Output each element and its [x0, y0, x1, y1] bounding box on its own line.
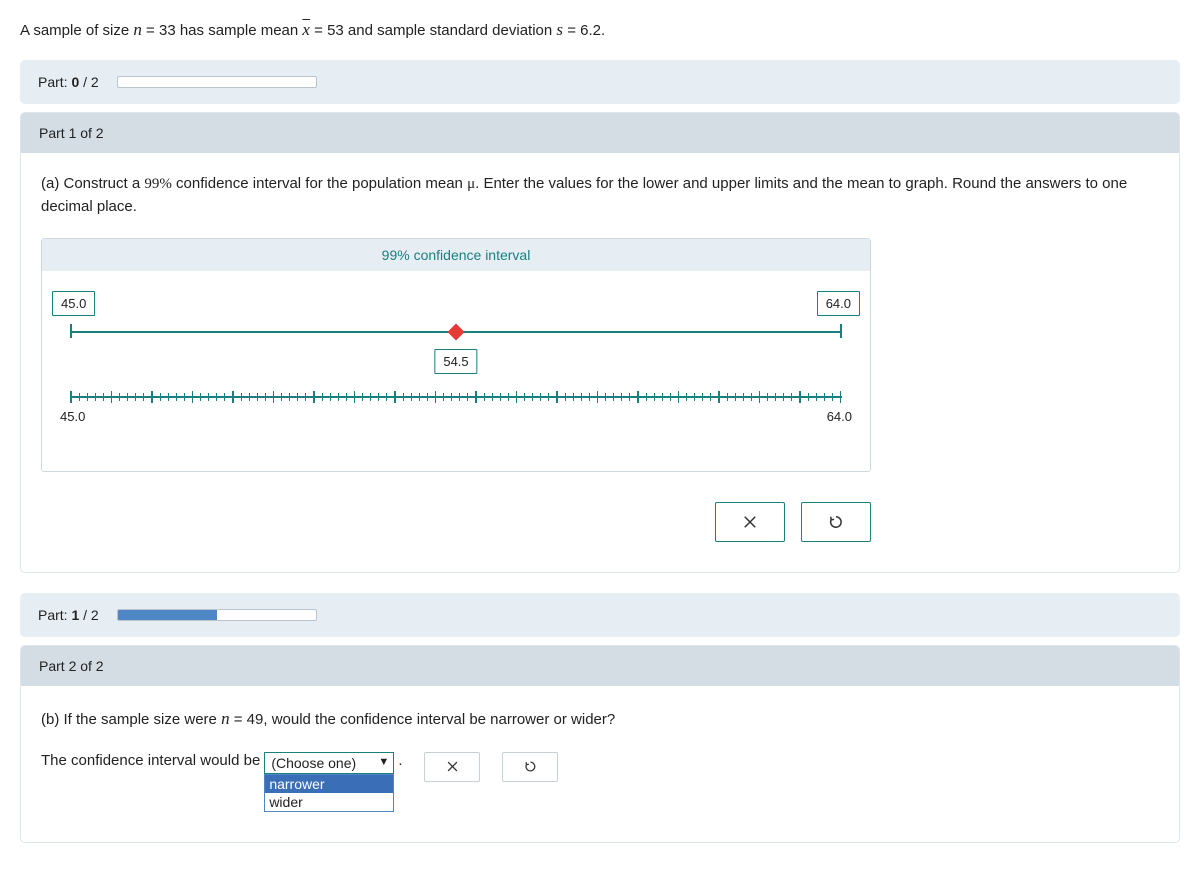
- part-1-container: Part 1 of 2 (a) Construct a 99% confiden…: [20, 112, 1180, 573]
- text: = 33: [142, 22, 176, 39]
- undo-icon: [827, 513, 845, 531]
- upper-limit-input[interactable]: 64.0: [817, 291, 860, 316]
- progress-fill: [118, 610, 217, 620]
- reset-button[interactable]: [801, 502, 871, 542]
- dropdown-options: narrower wider: [264, 774, 394, 812]
- progress-bar: [117, 609, 317, 621]
- text: = 6.2: [563, 22, 601, 39]
- clear-button[interactable]: [715, 502, 785, 542]
- tick-marks: [70, 391, 842, 403]
- close-icon: [445, 759, 460, 774]
- part-2-header: Part 2 of 2: [21, 646, 1179, 686]
- undo-icon: [523, 759, 538, 774]
- text: A sample of size: [20, 22, 133, 39]
- close-icon: [741, 513, 759, 531]
- part-1-question: (a) Construct a 99% confidence interval …: [41, 173, 1159, 218]
- reset-button-small[interactable]: [502, 752, 558, 782]
- math-xbar: x: [302, 20, 310, 39]
- problem-statement: A sample of size n = 33 has sample mean …: [20, 20, 1180, 40]
- dropdown-option-wider[interactable]: wider: [265, 793, 393, 811]
- part-2-answer-line: The confidence interval would be (Choose…: [41, 752, 1159, 812]
- mean-marker-icon[interactable]: [448, 324, 465, 341]
- ci-graph: 99% confidence interval 45.0 64.0 54.5 4…: [41, 238, 871, 472]
- progress-header-1: Part: 1 / 2: [20, 593, 1180, 637]
- clear-button-small[interactable]: [424, 752, 480, 782]
- progress-label: Part: 0 / 2: [38, 74, 99, 90]
- progress-header-0: Part: 0 / 2: [20, 60, 1180, 104]
- text: has sample mean: [180, 22, 303, 39]
- text: = 53: [310, 22, 344, 39]
- axis-max-label: 64.0: [827, 409, 852, 424]
- text: and sample standard deviation: [348, 22, 556, 39]
- part-2-question: (b) If the sample size were n = 49, woul…: [41, 706, 1159, 732]
- progress-bar: [117, 76, 317, 88]
- mean-input[interactable]: 54.5: [434, 349, 477, 374]
- math-n: n: [133, 20, 142, 39]
- progress-label: Part: 1 / 2: [38, 607, 99, 623]
- dropdown-option-narrower[interactable]: narrower: [265, 775, 393, 793]
- answer-suffix: .: [398, 752, 402, 769]
- part1-action-buttons: [41, 502, 871, 542]
- answer-prefix: The confidence interval would be: [41, 752, 260, 769]
- text: .: [601, 22, 605, 39]
- lower-limit-input[interactable]: 45.0: [52, 291, 95, 316]
- part-1-header: Part 1 of 2: [21, 113, 1179, 153]
- ci-graph-title: 99% confidence interval: [42, 239, 870, 271]
- width-choice-dropdown[interactable]: (Choose one): [264, 752, 394, 774]
- axis-min-label: 45.0: [60, 409, 85, 424]
- part-2-container: Part 2 of 2 (b) If the sample size were …: [20, 645, 1180, 843]
